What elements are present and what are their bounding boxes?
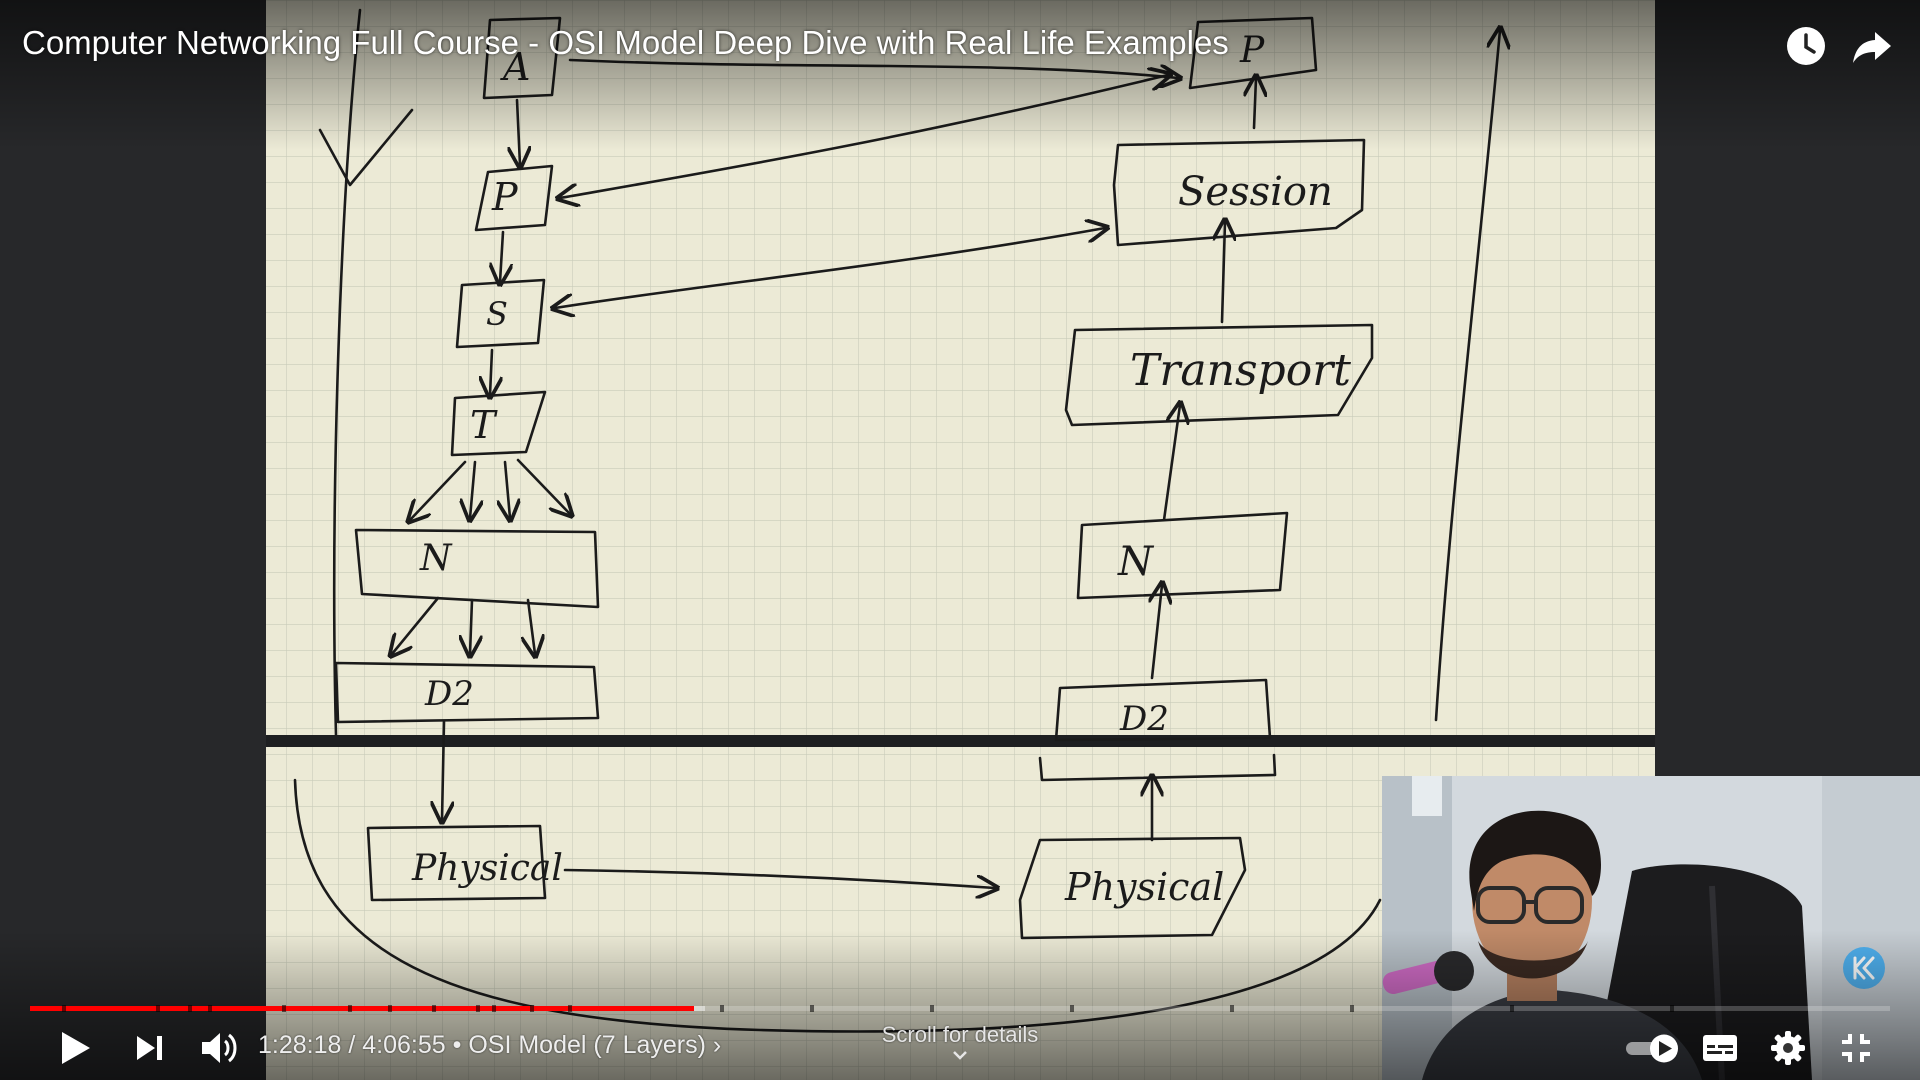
chapter-title-button[interactable]: OSI Model (7 Layers) › bbox=[468, 1031, 721, 1059]
settings-button[interactable] bbox=[1760, 1020, 1816, 1076]
label-right-n: N bbox=[1117, 539, 1155, 585]
bullet-separator: • bbox=[445, 1031, 469, 1059]
label-left-s: S bbox=[486, 295, 508, 333]
chapter-marker bbox=[208, 1005, 212, 1012]
scroll-hint-label: Scroll for details bbox=[881, 1022, 1039, 1047]
next-icon bbox=[137, 1036, 162, 1060]
autoplay-toggle[interactable] bbox=[1622, 1020, 1688, 1076]
share-button[interactable] bbox=[1845, 18, 1901, 74]
chapter-marker bbox=[1670, 1005, 1674, 1012]
video-title[interactable]: Computer Networking Full Course - OSI Mo… bbox=[22, 24, 1229, 62]
chapter-marker bbox=[62, 1005, 66, 1012]
video-player[interactable]: A P S T N D2 Physical P Session Transpor… bbox=[0, 0, 1920, 1080]
label-right-transport: Transport bbox=[1130, 345, 1351, 396]
chapter-title: OSI Model (7 Layers) bbox=[468, 1031, 706, 1059]
label-left-p: P bbox=[491, 175, 519, 219]
play-icon bbox=[62, 1032, 90, 1064]
duration: 4:06:55 bbox=[362, 1031, 446, 1059]
chapter-marker bbox=[930, 1005, 934, 1012]
chapter-marker bbox=[156, 1005, 160, 1012]
label-left-physical: Physical bbox=[411, 848, 563, 889]
volume-icon bbox=[202, 1033, 237, 1063]
channel-watermark-logo[interactable] bbox=[1842, 946, 1886, 990]
subtitles-icon bbox=[1703, 1035, 1737, 1061]
subtitles-button[interactable] bbox=[1692, 1020, 1748, 1076]
chapter-arrow-icon: › bbox=[705, 1031, 722, 1059]
label-right-session: Session bbox=[1178, 169, 1333, 215]
autoplay-toggle-icon bbox=[1626, 1034, 1678, 1063]
chapter-marker bbox=[810, 1005, 814, 1012]
chapter-marker bbox=[388, 1005, 392, 1012]
current-time: 1:28:18 bbox=[258, 1031, 342, 1059]
chapter-marker bbox=[530, 1005, 534, 1012]
label-left-n: N bbox=[419, 538, 453, 579]
next-video-button[interactable] bbox=[122, 1020, 178, 1076]
chapter-marker bbox=[188, 1005, 192, 1012]
chapter-marker bbox=[1230, 1005, 1234, 1012]
progress-played bbox=[30, 1006, 695, 1011]
chapter-marker bbox=[568, 1005, 572, 1012]
chevron-down-icon bbox=[953, 1051, 967, 1060]
chapter-marker bbox=[720, 1005, 724, 1012]
label-left-d2: D2 bbox=[424, 674, 474, 714]
chapter-marker bbox=[348, 1005, 352, 1012]
time-display: 1:28:18 / 4:06:55 • OSI Model (7 Layers)… bbox=[258, 1031, 721, 1060]
play-button[interactable] bbox=[46, 1020, 102, 1076]
chapter-marker bbox=[1070, 1005, 1074, 1012]
label-right-p: P bbox=[1239, 30, 1265, 71]
chapter-marker bbox=[1350, 1005, 1354, 1012]
label-left-t: T bbox=[470, 403, 498, 447]
chapter-marker bbox=[492, 1005, 496, 1012]
share-icon bbox=[1853, 32, 1891, 63]
time-separator: / bbox=[341, 1031, 363, 1059]
chapter-marker bbox=[282, 1005, 286, 1012]
label-right-physical: Physical bbox=[1064, 865, 1224, 909]
chapter-marker bbox=[476, 1005, 480, 1012]
exit-fullscreen-button[interactable] bbox=[1828, 1020, 1884, 1076]
label-right-d2: D2 bbox=[1119, 699, 1169, 739]
gear-icon bbox=[1771, 1031, 1805, 1065]
watch-later-button[interactable] bbox=[1778, 18, 1834, 74]
exit-fullscreen-icon bbox=[1842, 1034, 1870, 1062]
clock-icon bbox=[1787, 27, 1825, 65]
volume-button[interactable] bbox=[190, 1020, 246, 1076]
progress-bar[interactable] bbox=[30, 1002, 1890, 1014]
chapter-marker bbox=[432, 1005, 436, 1012]
scroll-for-details[interactable]: Scroll for details bbox=[860, 1022, 1060, 1064]
chapter-marker bbox=[1510, 1005, 1514, 1012]
